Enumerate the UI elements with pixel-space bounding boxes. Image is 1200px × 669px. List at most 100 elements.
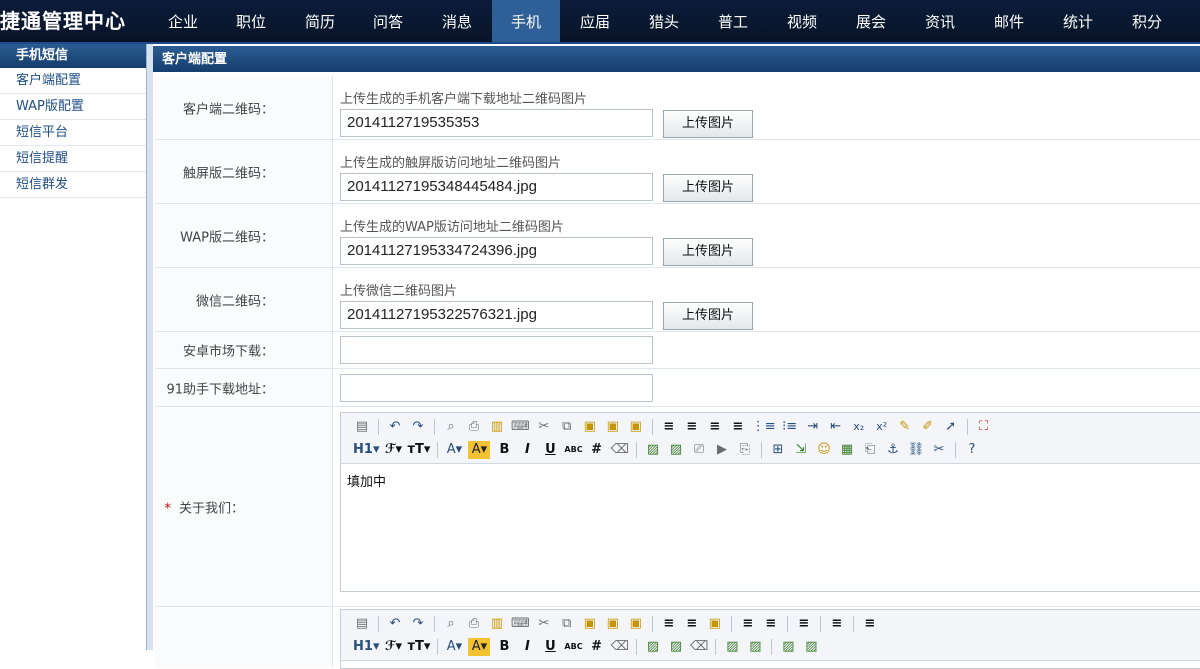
flash-icon[interactable]: ⌫ xyxy=(690,638,708,656)
code-icon[interactable]: ⌨ xyxy=(511,615,530,633)
horizontal-rule-icon[interactable]: ▨ xyxy=(802,638,820,656)
heading-dropdown[interactable]: H1▾ xyxy=(353,441,379,459)
nav-item-expo[interactable]: 展会 xyxy=(837,0,905,42)
paste-icon[interactable]: ▣ xyxy=(581,615,599,633)
align-center-icon[interactable]: ≡ xyxy=(683,418,701,436)
paste-word-icon[interactable]: ▣ xyxy=(627,418,645,436)
unlink-icon[interactable]: ✂ xyxy=(930,441,948,459)
attachment-icon[interactable]: ⎘ xyxy=(736,441,754,459)
android-market-input[interactable] xyxy=(340,336,653,364)
preview-icon[interactable]: ⌕ xyxy=(442,615,460,633)
paste-icon[interactable]: ▣ xyxy=(706,615,724,633)
flash-icon[interactable]: ⎚ xyxy=(690,441,708,459)
code-icon[interactable]: ⌨ xyxy=(511,418,530,436)
highlight-color-dropdown[interactable]: A▾ xyxy=(468,638,491,656)
nav-item-graduates[interactable]: 应届 xyxy=(561,0,629,42)
strikethrough-icon[interactable]: ABC xyxy=(564,638,582,656)
multi-image-icon[interactable]: ▨ xyxy=(667,441,685,459)
redo-icon[interactable]: ↷ xyxy=(409,615,427,633)
clear-format-icon[interactable]: ✎ xyxy=(896,418,914,436)
underline-icon[interactable]: U xyxy=(541,638,559,656)
insert-image-icon[interactable]: ▨ xyxy=(644,441,662,459)
font-size-dropdown[interactable]: тT▾ xyxy=(407,441,430,459)
align-right-icon[interactable]: ≡ xyxy=(706,418,724,436)
ordered-list-icon[interactable]: ⋮≡ xyxy=(752,418,776,436)
paste-plain-icon[interactable]: ▣ xyxy=(604,615,622,633)
nav-item-enterprise[interactable]: 企业 xyxy=(149,0,217,42)
outdent-icon[interactable]: ⇤ xyxy=(827,418,845,436)
help-icon[interactable]: ? xyxy=(963,441,981,459)
eraser-icon[interactable]: ⌫ xyxy=(611,441,629,459)
template-icon[interactable]: ▥ xyxy=(488,418,506,436)
touch-qr-upload-button[interactable]: 上传图片 xyxy=(663,174,753,202)
font-family-dropdown[interactable]: ℱ▾ xyxy=(384,638,402,656)
map-icon[interactable]: ▦ xyxy=(838,441,856,459)
align-right-icon[interactable]: ≡ xyxy=(739,615,757,633)
cut-icon[interactable]: ✂ xyxy=(535,615,553,633)
undo-icon[interactable]: ↶ xyxy=(386,615,404,633)
nav-item-qa[interactable]: 问答 xyxy=(354,0,422,42)
align-center-icon[interactable]: ≡ xyxy=(683,615,701,633)
wechat-qr-input[interactable]: 20141127195322576321.jpg xyxy=(340,301,653,329)
print-icon[interactable]: ⎙ xyxy=(465,615,483,633)
cursor-icon[interactable]: ➚ xyxy=(942,418,960,436)
copy-icon[interactable]: ⧉ xyxy=(558,615,576,633)
insert-image-icon[interactable]: ▨ xyxy=(644,638,662,656)
outdent-icon[interactable]: ≡ xyxy=(828,615,846,633)
nav-item-stats[interactable]: 统计 xyxy=(1044,0,1112,42)
cut-icon[interactable]: ✂ xyxy=(535,418,553,436)
table-icon[interactable]: ▨ xyxy=(779,638,797,656)
sidebar-item-sms-broadcast[interactable]: 短信群发 xyxy=(0,172,146,198)
subscript-icon[interactable]: x₂ xyxy=(850,418,868,436)
emoticon-icon[interactable]: ☺ xyxy=(815,441,833,459)
italic-icon[interactable]: I xyxy=(518,441,536,459)
highlight-color-dropdown[interactable]: A▾ xyxy=(468,441,491,459)
client-qr-upload-button[interactable]: 上传图片 xyxy=(663,110,753,138)
sidebar-item-wap-config[interactable]: WAP版配置 xyxy=(0,94,146,120)
source-icon[interactable]: ▤ xyxy=(353,418,371,436)
media-icon[interactable]: ▨ xyxy=(723,638,741,656)
align-left-icon[interactable]: ≡ xyxy=(660,418,678,436)
source-icon[interactable]: ▤ xyxy=(353,615,371,633)
paste-word-icon[interactable]: ▣ xyxy=(627,615,645,633)
nav-item-headhunter[interactable]: 猎头 xyxy=(630,0,698,42)
wap-qr-upload-button[interactable]: 上传图片 xyxy=(663,238,753,266)
undo-icon[interactable]: ↶ xyxy=(386,418,404,436)
touch-qr-input[interactable]: 20141127195348445484.jpg xyxy=(340,173,653,201)
eraser-icon[interactable]: ⌫ xyxy=(611,638,629,656)
paste-icon[interactable]: ▣ xyxy=(581,418,599,436)
nav-item-positions[interactable]: 职位 xyxy=(217,0,285,42)
indent-icon[interactable]: ≡ xyxy=(795,615,813,633)
nav-item-mail[interactable]: 邮件 xyxy=(975,0,1043,42)
attachment-icon[interactable]: ▨ xyxy=(746,638,764,656)
font-family-dropdown[interactable]: ℱ▾ xyxy=(384,441,402,459)
list-icon[interactable]: ≡ xyxy=(861,615,879,633)
strikethrough-icon[interactable]: ABC xyxy=(564,441,582,459)
sidebar-item-sms-platform[interactable]: 短信平台 xyxy=(0,120,146,146)
align-justify-icon[interactable]: ≡ xyxy=(762,615,780,633)
heading-dropdown[interactable]: H1▾ xyxy=(353,638,379,656)
redo-icon[interactable]: ↷ xyxy=(409,418,427,436)
indent-icon[interactable]: ⇥ xyxy=(804,418,822,436)
multi-image-icon[interactable]: ▨ xyxy=(667,638,685,656)
sidebar-item-client-config[interactable]: 客户端配置 xyxy=(0,68,146,94)
italic-icon[interactable]: I xyxy=(518,638,536,656)
nav-item-resumes[interactable]: 简历 xyxy=(286,0,354,42)
preview-icon[interactable]: ⌕ xyxy=(442,418,460,436)
font-color-dropdown[interactable]: A▾ xyxy=(445,638,463,656)
anchor-icon[interactable]: ⚓ xyxy=(884,441,902,459)
underline-icon[interactable]: U xyxy=(541,441,559,459)
media-icon[interactable]: ▶ xyxy=(713,441,731,459)
fullscreen-icon[interactable]: ⛶ xyxy=(975,418,993,436)
line-height-icon[interactable]: # xyxy=(588,638,606,656)
bold-icon[interactable]: B xyxy=(495,638,513,656)
paste-plain-icon[interactable]: ▣ xyxy=(604,418,622,436)
line-height-icon[interactable]: # xyxy=(588,441,606,459)
nav-item-workers[interactable]: 普工 xyxy=(699,0,767,42)
font-color-dropdown[interactable]: A▾ xyxy=(445,441,463,459)
sidebar-item-sms-reminder[interactable]: 短信提醒 xyxy=(0,146,146,172)
page-break-icon[interactable]: ⎗ xyxy=(861,441,879,459)
superscript-icon[interactable]: x² xyxy=(873,418,891,436)
wechat-qr-upload-button[interactable]: 上传图片 xyxy=(663,302,753,330)
link-icon[interactable]: ⛓ xyxy=(907,441,925,459)
